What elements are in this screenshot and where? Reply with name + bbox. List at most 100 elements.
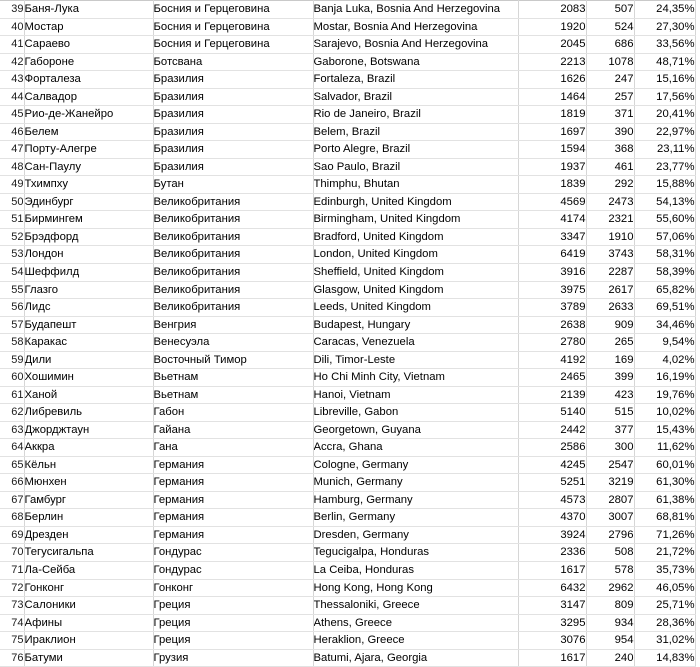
- location-label-cell[interactable]: Caracas, Venezuela: [313, 333, 519, 352]
- table-row[interactable]: 42 Габороне Ботсвана Gaborone, Botswana 2213…: [0, 53, 696, 72]
- row-header-cell[interactable]: 61: [0, 386, 25, 405]
- percent-value-cell[interactable]: 15,88%: [634, 175, 696, 194]
- count-value-cell[interactable]: 423: [586, 386, 635, 405]
- city-name-cell[interactable]: Мостар: [24, 18, 154, 37]
- total-value-cell[interactable]: 3789: [518, 298, 587, 317]
- percent-value-cell[interactable]: 35,73%: [634, 561, 696, 580]
- count-value-cell[interactable]: 265: [586, 333, 635, 352]
- count-value-cell[interactable]: 240: [586, 649, 635, 667]
- row-header-cell[interactable]: 39: [0, 0, 25, 19]
- total-value-cell[interactable]: 2465: [518, 368, 587, 387]
- row-header-cell[interactable]: 65: [0, 456, 25, 475]
- total-value-cell[interactable]: 4573: [518, 491, 587, 510]
- location-label-cell[interactable]: Dili, Timor-Leste: [313, 351, 519, 370]
- country-name-cell[interactable]: Великобритания: [153, 228, 314, 247]
- location-label-cell[interactable]: Banja Luka, Bosnia And Herzegovina: [313, 0, 519, 19]
- row-header-cell[interactable]: 58: [0, 333, 25, 352]
- total-value-cell[interactable]: 1617: [518, 561, 587, 580]
- table-row[interactable]: 45 Рио-де-Жанейро Бразилия Rio de Janeiro, …: [0, 105, 696, 124]
- count-value-cell[interactable]: 300: [586, 438, 635, 457]
- location-label-cell[interactable]: Ho Chi Minh City, Vietnam: [313, 368, 519, 387]
- total-value-cell[interactable]: 3347: [518, 228, 587, 247]
- table-row[interactable]: 56 Лидс Великобритания Leeds, United Kingdo…: [0, 298, 696, 317]
- total-value-cell[interactable]: 1839: [518, 175, 587, 194]
- percent-value-cell[interactable]: 22,97%: [634, 123, 696, 142]
- count-value-cell[interactable]: 2807: [586, 491, 635, 510]
- country-name-cell[interactable]: Гонконг: [153, 579, 314, 598]
- location-label-cell[interactable]: Birmingham, United Kingdom: [313, 210, 519, 229]
- total-value-cell[interactable]: 2083: [518, 0, 587, 19]
- country-name-cell[interactable]: Германия: [153, 508, 314, 527]
- total-value-cell[interactable]: 4245: [518, 456, 587, 475]
- row-header-cell[interactable]: 76: [0, 649, 25, 667]
- percent-value-cell[interactable]: 60,01%: [634, 456, 696, 475]
- count-value-cell[interactable]: 399: [586, 368, 635, 387]
- count-value-cell[interactable]: 515: [586, 403, 635, 422]
- row-header-cell[interactable]: 40: [0, 18, 25, 37]
- count-value-cell[interactable]: 2321: [586, 210, 635, 229]
- city-name-cell[interactable]: Ла-Сейба: [24, 561, 154, 580]
- table-row[interactable]: 39 Баня-Лука Босния и Герцеговина Banja Luk…: [0, 0, 696, 19]
- row-header-cell[interactable]: 45: [0, 105, 25, 124]
- table-row[interactable]: 61 Ханой Вьетнам Hanoi, Vietnam 2139 423 19,76…: [0, 386, 696, 405]
- country-name-cell[interactable]: Венгрия: [153, 316, 314, 335]
- count-value-cell[interactable]: 2796: [586, 526, 635, 545]
- row-header-cell[interactable]: 66: [0, 473, 25, 492]
- city-name-cell[interactable]: Лидс: [24, 298, 154, 317]
- count-value-cell[interactable]: 2287: [586, 263, 635, 282]
- country-name-cell[interactable]: Гайана: [153, 421, 314, 440]
- country-name-cell[interactable]: Великобритания: [153, 193, 314, 212]
- count-value-cell[interactable]: 2962: [586, 579, 635, 598]
- row-header-cell[interactable]: 42: [0, 53, 25, 72]
- percent-value-cell[interactable]: 25,71%: [634, 596, 696, 615]
- row-header-cell[interactable]: 73: [0, 596, 25, 615]
- table-row[interactable]: 60 Хошимин Вьетнам Ho Chi Minh City, Vietna…: [0, 368, 696, 387]
- country-name-cell[interactable]: Вьетнам: [153, 386, 314, 405]
- location-label-cell[interactable]: Leeds, United Kingdom: [313, 298, 519, 317]
- country-name-cell[interactable]: Бразилия: [153, 123, 314, 142]
- table-row[interactable]: 66 Мюнхен Германия Munich, Germany 5251 3219 6…: [0, 473, 696, 492]
- table-row[interactable]: 63 Джорджтаун Гайана Georgetown, Guyana 2442…: [0, 421, 696, 440]
- city-name-cell[interactable]: Эдинбург: [24, 193, 154, 212]
- country-name-cell[interactable]: Босния и Герцеговина: [153, 18, 314, 37]
- table-row[interactable]: 41 Сараево Босния и Герцеговина Sarajevo, B…: [0, 35, 696, 54]
- percent-value-cell[interactable]: 58,39%: [634, 263, 696, 282]
- country-name-cell[interactable]: Великобритания: [153, 210, 314, 229]
- percent-value-cell[interactable]: 55,60%: [634, 210, 696, 229]
- count-value-cell[interactable]: 934: [586, 614, 635, 633]
- percent-value-cell[interactable]: 14,83%: [634, 649, 696, 667]
- country-name-cell[interactable]: Великобритания: [153, 245, 314, 264]
- count-value-cell[interactable]: 371: [586, 105, 635, 124]
- total-value-cell[interactable]: 1617: [518, 649, 587, 667]
- city-name-cell[interactable]: Брэдфорд: [24, 228, 154, 247]
- table-row[interactable]: 46 Белем Бразилия Belem, Brazil 1697 390 22,97…: [0, 123, 696, 142]
- row-header-cell[interactable]: 53: [0, 245, 25, 264]
- total-value-cell[interactable]: 5140: [518, 403, 587, 422]
- row-header-cell[interactable]: 70: [0, 543, 25, 562]
- row-header-cell[interactable]: 75: [0, 631, 25, 650]
- table-row[interactable]: 76 Батуми Грузия Batumi, Ajara, Georgia 1617…: [0, 649, 696, 667]
- table-row[interactable]: 44 Салвадор Бразилия Salvador, Brazil 1464 25…: [0, 88, 696, 107]
- total-value-cell[interactable]: 6432: [518, 579, 587, 598]
- row-header-cell[interactable]: 56: [0, 298, 25, 317]
- table-row[interactable]: 52 Брэдфорд Великобритания Bradford, United…: [0, 228, 696, 247]
- row-header-cell[interactable]: 48: [0, 158, 25, 177]
- total-value-cell[interactable]: 3076: [518, 631, 587, 650]
- row-header-cell[interactable]: 52: [0, 228, 25, 247]
- count-value-cell[interactable]: 809: [586, 596, 635, 615]
- percent-value-cell[interactable]: 9,54%: [634, 333, 696, 352]
- percent-value-cell[interactable]: 10,02%: [634, 403, 696, 422]
- total-value-cell[interactable]: 2586: [518, 438, 587, 457]
- count-value-cell[interactable]: 2633: [586, 298, 635, 317]
- country-name-cell[interactable]: Германия: [153, 491, 314, 510]
- percent-value-cell[interactable]: 57,06%: [634, 228, 696, 247]
- table-row[interactable]: 72 Гонконг Гонконг Hong Kong, Hong Kong 6432…: [0, 579, 696, 598]
- total-value-cell[interactable]: 2336: [518, 543, 587, 562]
- location-label-cell[interactable]: Batumi, Ajara, Georgia: [313, 649, 519, 667]
- city-name-cell[interactable]: Белем: [24, 123, 154, 142]
- country-name-cell[interactable]: Восточный Тимор: [153, 351, 314, 370]
- count-value-cell[interactable]: 686: [586, 35, 635, 54]
- city-name-cell[interactable]: Рио-де-Жанейро: [24, 105, 154, 124]
- country-name-cell[interactable]: Грузия: [153, 649, 314, 667]
- count-value-cell[interactable]: 257: [586, 88, 635, 107]
